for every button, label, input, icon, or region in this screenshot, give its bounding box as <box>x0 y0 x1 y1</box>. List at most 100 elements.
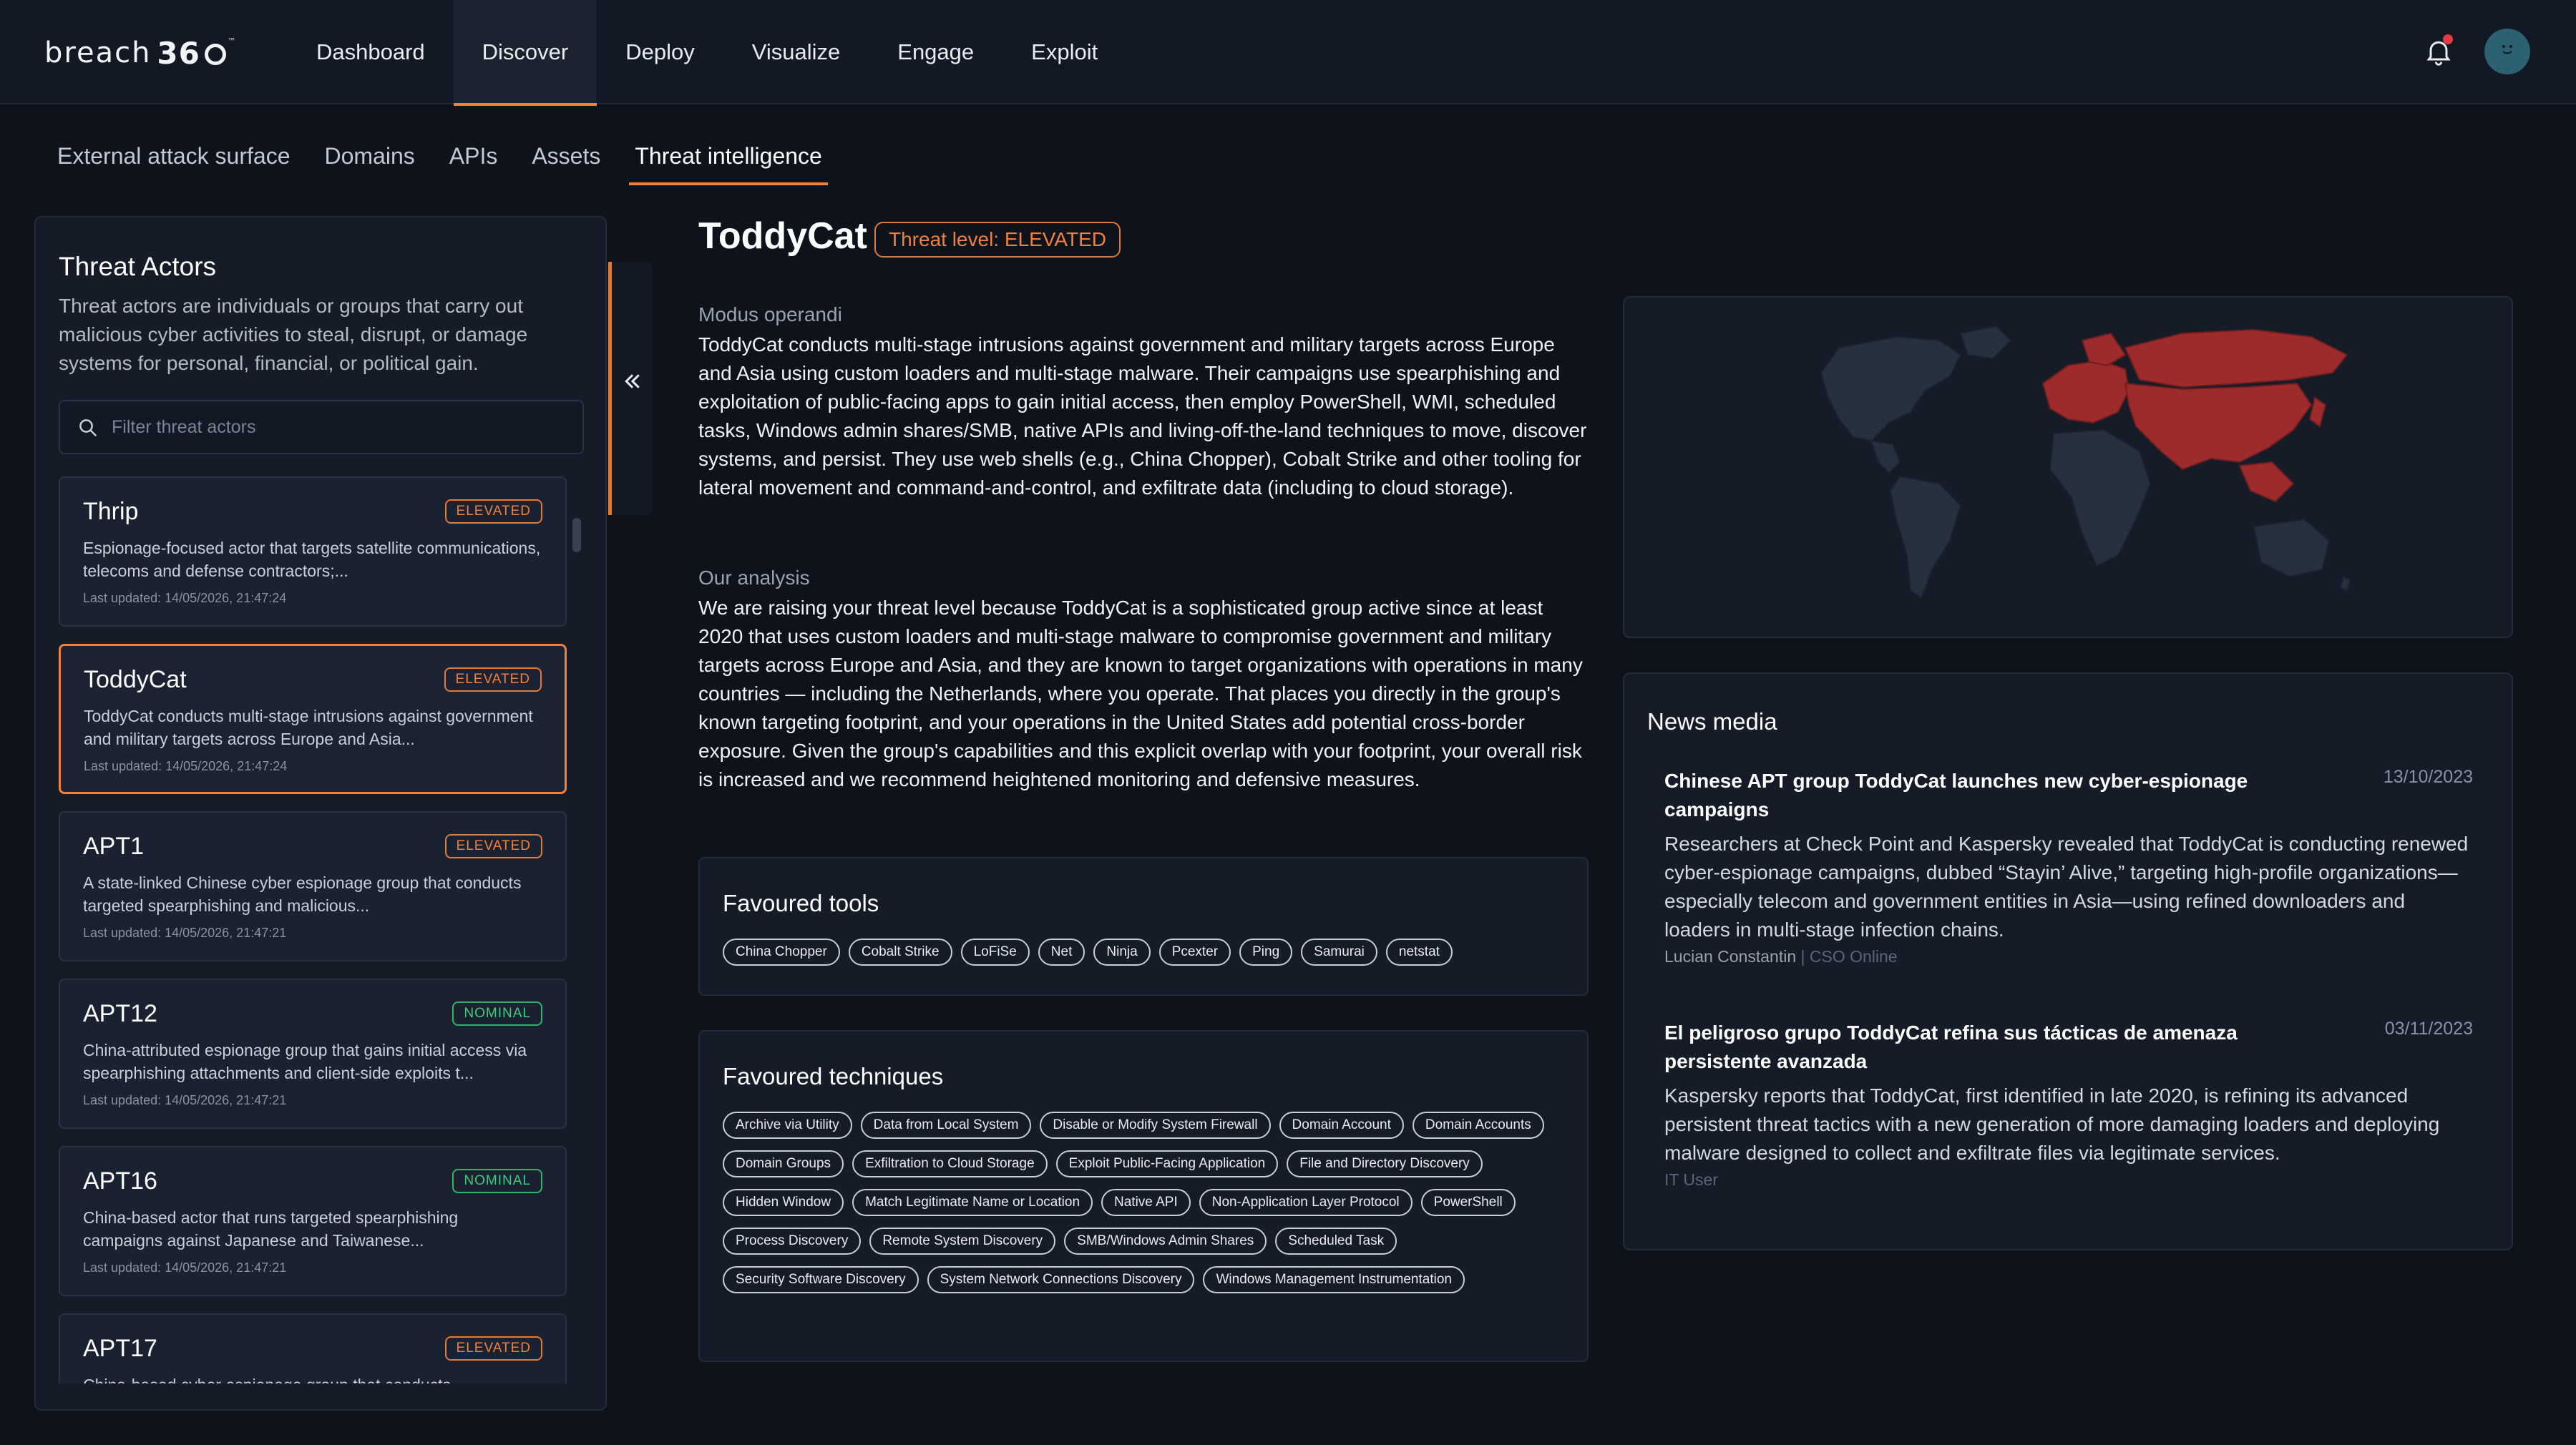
tab-domains[interactable]: Domains <box>324 143 414 180</box>
tab-assets[interactable]: Assets <box>532 143 600 180</box>
map-region-north-america <box>1820 335 1962 442</box>
tool-chip[interactable]: LoFiSe <box>960 939 1030 966</box>
tab-threat-intelligence[interactable]: Threat intelligence <box>629 143 829 185</box>
collapse-panel-button[interactable] <box>608 262 653 515</box>
sub-nav: External attack surface Domains APIs Ass… <box>57 143 857 185</box>
news-headline[interactable]: Chinese APT group ToddyCat launches new … <box>1664 767 2308 824</box>
map-region-japan <box>2308 396 2327 428</box>
avatar[interactable] <box>2484 29 2530 74</box>
news-media-card: News media Chinese APT group ToddyCat la… <box>1623 672 2513 1250</box>
nav-deploy[interactable]: Deploy <box>597 0 723 104</box>
actor-description: China-based actor that runs targeted spe… <box>83 1208 459 1250</box>
actor-card-apt1[interactable]: APT1 ELEVATED A state-linked Chinese cyb… <box>59 811 567 961</box>
actor-updated: Last updated: 14/05/2026, 21:47:24 <box>84 759 288 773</box>
technique-chip[interactable]: Windows Management Instrumentation <box>1203 1266 1465 1293</box>
actor-description: China-attributed espionage group that ga… <box>83 1041 527 1082</box>
technique-chip[interactable]: Non-Application Layer Protocol <box>1199 1189 1413 1216</box>
map-region-australia <box>2253 518 2331 578</box>
status-badge: ELEVATED <box>444 499 542 524</box>
threat-world-map <box>1623 296 2513 638</box>
tool-chip[interactable]: Ping <box>1239 939 1293 966</box>
actor-name: Thrip <box>83 498 139 525</box>
news-author: Lucian Constantin <box>1664 947 1797 966</box>
technique-chip[interactable]: SMB/Windows Admin Shares <box>1064 1228 1267 1255</box>
actor-name: APT17 <box>83 1335 157 1362</box>
technique-chip[interactable]: Domain Groups <box>723 1150 844 1177</box>
technique-chip[interactable]: Exploit Public-Facing Application <box>1055 1150 1279 1177</box>
actor-updated: Last updated: 14/05/2026, 21:47:21 <box>83 1093 287 1107</box>
news-source: IT User <box>1664 1170 1718 1190</box>
actor-description: China-based cyber espionage group that c… <box>83 1373 541 1383</box>
tool-chip[interactable]: Cobalt Strike <box>848 939 952 966</box>
notification-dot <box>2443 34 2453 44</box>
actor-card-apt12[interactable]: APT12 NOMINAL China-attributed espionage… <box>59 979 567 1129</box>
technique-chip[interactable]: Exfiltration to Cloud Storage <box>852 1150 1048 1177</box>
map-region-africa <box>2049 428 2152 567</box>
news-date: 13/10/2023 <box>2383 767 2473 787</box>
technique-chip[interactable]: Native API <box>1101 1189 1191 1216</box>
technique-chip[interactable]: File and Directory Discovery <box>1287 1150 1483 1177</box>
actor-name: APT16 <box>83 1167 157 1195</box>
technique-chip[interactable]: Domain Account <box>1279 1112 1404 1139</box>
nav-discover[interactable]: Discover <box>453 0 597 106</box>
our-analysis-text: We are raising your threat level because… <box>698 597 1583 790</box>
technique-chip[interactable]: Process Discovery <box>723 1228 862 1255</box>
map-region-southeast-asia <box>2238 461 2295 503</box>
technique-chip[interactable]: Archive via Utility <box>723 1112 852 1139</box>
actor-card-thrip[interactable]: Thrip ELEVATED Espionage-focused actor t… <box>59 476 567 627</box>
actor-updated: Last updated: 14/05/2026, 21:47:21 <box>83 1260 287 1275</box>
logo-mark-icon <box>204 44 226 65</box>
filter-threat-actors-input[interactable] <box>112 411 541 443</box>
tool-chip[interactable]: Ninja <box>1093 939 1151 966</box>
favoured-techniques-title: Favoured techniques <box>723 1063 944 1089</box>
nav-engage[interactable]: Engage <box>869 0 1002 104</box>
tool-chip[interactable]: Samurai <box>1301 939 1377 966</box>
actor-description: ToddyCat conducts multi-stage intrusions… <box>84 707 533 748</box>
map-region-central-america <box>1870 439 1901 474</box>
map-region-greenland <box>1959 325 2012 360</box>
news-headline[interactable]: El peligroso grupo ToddyCat refina sus t… <box>1664 1019 2308 1076</box>
technique-chip[interactable]: System Network Connections Discovery <box>927 1266 1195 1293</box>
technique-chip[interactable]: Domain Accounts <box>1412 1112 1544 1139</box>
actor-card-apt16[interactable]: APT16 NOMINAL China-based actor that run… <box>59 1146 567 1296</box>
nav-exploit[interactable]: Exploit <box>1002 0 1126 104</box>
nav-visualize[interactable]: Visualize <box>723 0 869 104</box>
technique-chip[interactable]: Remote System Discovery <box>869 1228 1056 1255</box>
actor-updated: Last updated: 14/05/2026, 21:47:21 <box>83 926 287 940</box>
tool-chip[interactable]: Pcexter <box>1158 939 1231 966</box>
map-region-europe <box>2041 359 2130 424</box>
news-body: Researchers at Check Point and Kaspersky… <box>1664 833 2469 941</box>
technique-chip[interactable]: Scheduled Task <box>1275 1228 1397 1255</box>
threat-actors-panel: Threat Actors Threat actors are individu… <box>34 216 607 1411</box>
actor-card-apt17[interactable]: APT17 ELEVATED China-based cyber espiona… <box>59 1313 567 1383</box>
status-badge: ELEVATED <box>444 1336 542 1361</box>
technique-chip[interactable]: Data from Local System <box>860 1112 1032 1139</box>
technique-chip[interactable]: Match Legitimate Name or Location <box>852 1189 1093 1216</box>
technique-chip[interactable]: Security Software Discovery <box>723 1266 919 1293</box>
actor-list-scrollbar[interactable] <box>572 518 581 552</box>
actor-name: ToddyCat <box>84 666 187 693</box>
status-badge: ELEVATED <box>444 834 542 858</box>
logo-tm: ™ <box>227 36 236 46</box>
modus-operandi-text: ToddyCat conducts multi-stage intrusions… <box>698 333 1587 499</box>
technique-chip[interactable]: Hidden Window <box>723 1189 844 1216</box>
brand-logo[interactable]: breach 36 ™ <box>44 33 236 73</box>
tool-chip[interactable]: netstat <box>1385 939 1453 966</box>
map-region-new-zealand <box>2338 575 2352 592</box>
threat-level-badge: Threat level: ELEVATED <box>874 222 1121 258</box>
technique-chip[interactable]: Disable or Modify System Firewall <box>1040 1112 1271 1139</box>
filter-box <box>59 400 584 454</box>
status-badge: NOMINAL <box>452 1001 542 1026</box>
tool-chip[interactable]: China Chopper <box>723 939 840 966</box>
news-publication: | CSO Online <box>1800 947 1898 966</box>
actor-card-toddycat[interactable]: ToddyCat ELEVATED ToddyCat conducts mult… <box>59 644 567 794</box>
tool-chip[interactable]: Net <box>1038 939 1085 966</box>
techniques-chip-list: Archive via Utility Data from Local Syst… <box>723 1112 1574 1293</box>
actor-name: APT1 <box>83 833 145 860</box>
favoured-techniques-card: Favoured techniques Archive via Utility … <box>698 1030 1589 1362</box>
nav-dashboard[interactable]: Dashboard <box>288 0 454 104</box>
technique-chip[interactable]: PowerShell <box>1420 1189 1516 1216</box>
status-badge: NOMINAL <box>452 1169 542 1193</box>
tab-apis[interactable]: APIs <box>449 143 498 180</box>
tab-external-attack-surface[interactable]: External attack surface <box>57 143 290 180</box>
